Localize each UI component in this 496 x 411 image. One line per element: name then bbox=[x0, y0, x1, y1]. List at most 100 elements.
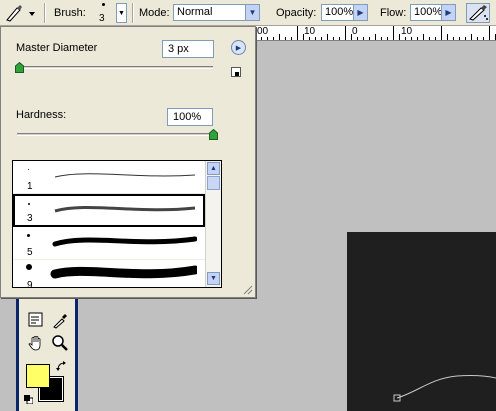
flow-label: Flow: bbox=[380, 7, 407, 19]
scroll-down-button[interactable]: ▼ bbox=[207, 272, 220, 285]
mode-select[interactable]: Normal ▼ bbox=[173, 4, 260, 21]
eyedropper-tool[interactable] bbox=[50, 310, 70, 330]
new-preset-button[interactable] bbox=[231, 67, 241, 77]
brush-preset-size: 5 bbox=[27, 247, 33, 258]
brush-preset-size: 9 bbox=[27, 280, 33, 288]
tools-palette bbox=[16, 287, 78, 411]
document-canvas[interactable] bbox=[347, 232, 496, 411]
preset-list-scrollbar[interactable]: ▲ ▼ bbox=[205, 161, 221, 287]
master-diameter-slider-thumb[interactable] bbox=[14, 62, 24, 73]
ruler-tick bbox=[291, 37, 292, 40]
ruler-tick bbox=[297, 26, 298, 40]
brush-preset-size: 3 bbox=[27, 213, 33, 224]
mode-label: Mode: bbox=[139, 7, 170, 19]
ruler-tick bbox=[465, 37, 466, 40]
ruler-tick bbox=[459, 37, 460, 40]
flow-field[interactable]: 100% ▶ bbox=[410, 4, 456, 21]
ruler-tick bbox=[387, 37, 388, 40]
opacity-field[interactable]: 100% ▶ bbox=[321, 4, 368, 21]
brush-stroke-preview bbox=[54, 173, 196, 178]
brush-stroke-preview bbox=[50, 265, 197, 279]
brush-tip-preview bbox=[102, 3, 105, 6]
brush-tip-dot bbox=[28, 169, 29, 170]
ruler-tick bbox=[333, 37, 334, 40]
scroll-up-button[interactable]: ▲ bbox=[207, 162, 220, 175]
ruler-tick bbox=[327, 34, 328, 40]
ruler-tick bbox=[273, 37, 274, 40]
horizontal-ruler: 00 10 0 10 bbox=[255, 26, 496, 41]
brush-preset-row-selected[interactable]: 3 bbox=[13, 194, 205, 227]
ruler-tick bbox=[423, 34, 424, 40]
ruler-tick bbox=[381, 37, 382, 40]
ruler-tick bbox=[285, 37, 286, 40]
brush-tip-dot bbox=[26, 264, 32, 270]
zoom-icon bbox=[52, 335, 68, 351]
chevron-down-icon: ▼ bbox=[210, 275, 217, 282]
notes-tool[interactable] bbox=[26, 310, 46, 330]
chevron-up-icon: ▲ bbox=[210, 165, 217, 172]
zoom-tool[interactable] bbox=[50, 333, 70, 353]
ruler-tick bbox=[417, 37, 418, 40]
ruler-tick bbox=[483, 37, 484, 40]
new-preset-icon bbox=[235, 72, 239, 76]
brush-stroke-preview bbox=[54, 206, 196, 213]
popup-menu-icon: ▶ bbox=[235, 44, 242, 52]
hardness-slider-track[interactable] bbox=[17, 133, 213, 136]
brush-preset-row[interactable]: 5 bbox=[13, 227, 205, 260]
ruler-tick bbox=[345, 26, 346, 40]
ruler-tick bbox=[435, 37, 436, 40]
ruler-label: 10 bbox=[401, 26, 413, 37]
master-diameter-label: Master Diameter bbox=[16, 42, 98, 54]
flow-value: 100% bbox=[414, 6, 443, 18]
chevron-down-icon[interactable]: ▼ bbox=[245, 5, 259, 20]
ruler-tick bbox=[369, 37, 370, 40]
resize-grip-icon[interactable] bbox=[243, 285, 253, 295]
brush-tool-icon bbox=[6, 5, 35, 22]
hand-tool[interactable] bbox=[26, 333, 46, 353]
swap-colors-icon[interactable] bbox=[56, 361, 68, 373]
brush-preset-row[interactable]: 1 bbox=[13, 161, 205, 194]
ruler-tick bbox=[315, 37, 316, 40]
right-arrow-icon[interactable]: ▶ bbox=[353, 5, 367, 20]
separator bbox=[132, 3, 134, 23]
ruler-tick bbox=[477, 37, 478, 40]
brush-preset-picker: Master Diameter 3 px ▶ Hardness: 100% 1 … bbox=[0, 26, 256, 298]
airbrush-toggle[interactable] bbox=[466, 3, 490, 23]
notes-icon bbox=[28, 312, 43, 327]
brush-tip-dot bbox=[27, 234, 30, 237]
brush-preset-size: 1 bbox=[27, 181, 33, 192]
ruler-tick bbox=[399, 34, 400, 40]
hardness-label: Hardness: bbox=[16, 109, 67, 121]
foreground-color-swatch[interactable] bbox=[26, 364, 50, 388]
ruler-tick bbox=[429, 37, 430, 40]
chevron-down-icon: ▼ bbox=[118, 9, 125, 17]
hardness-input[interactable]: 100% bbox=[167, 108, 213, 126]
brush-picker-dropdown[interactable]: ▼ bbox=[116, 3, 127, 23]
tool-preset-picker[interactable] bbox=[3, 3, 39, 23]
master-diameter-input[interactable]: 3 px bbox=[162, 40, 214, 58]
popup-menu-button[interactable]: ▶ bbox=[231, 40, 246, 55]
hardness-slider-thumb[interactable] bbox=[209, 129, 218, 140]
ruler-label: 10 bbox=[304, 26, 316, 37]
chevron-down-icon bbox=[29, 12, 35, 16]
eyedropper-icon bbox=[53, 314, 67, 329]
brush-stroke-preview bbox=[52, 236, 197, 247]
hand-icon bbox=[28, 336, 41, 351]
master-diameter-slider-track[interactable] bbox=[17, 66, 213, 69]
brush-label: Brush: bbox=[54, 7, 86, 19]
brush-preset-list: 1 3 5 9 ▲ ▼ bbox=[12, 160, 222, 288]
right-arrow-icon[interactable]: ▶ bbox=[441, 5, 455, 20]
brush-size-display: 3 bbox=[99, 13, 105, 24]
ruler-tick bbox=[393, 26, 394, 40]
default-colors-icon[interactable] bbox=[24, 395, 33, 404]
options-bar: Brush: 3 ▼ Mode: Normal ▼ Opacity: 100% … bbox=[0, 0, 496, 26]
ruler-tick bbox=[441, 26, 442, 40]
ruler-tick bbox=[321, 37, 322, 40]
scrollbar-thumb[interactable] bbox=[207, 176, 220, 190]
ruler-tick bbox=[453, 37, 454, 40]
ruler-tick bbox=[279, 34, 280, 40]
separator bbox=[44, 3, 46, 23]
brush-preset-row[interactable]: 9 bbox=[13, 260, 205, 288]
opacity-label: Opacity: bbox=[276, 7, 317, 19]
ruler-tick bbox=[363, 37, 364, 40]
